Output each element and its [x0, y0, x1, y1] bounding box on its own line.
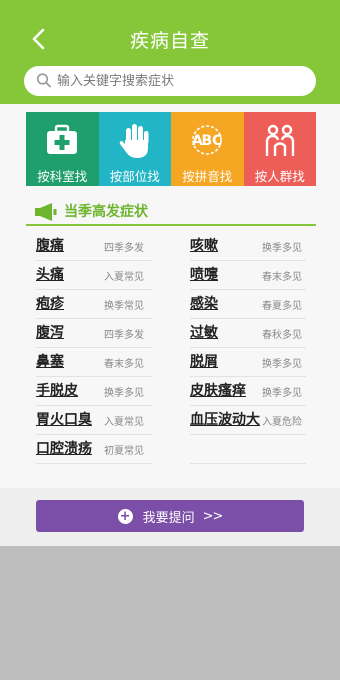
season-tag: 初夏常见	[104, 446, 144, 457]
symptom-item[interactable]: 手脱皮 换季多见	[36, 377, 152, 406]
category-label: 按科室找	[37, 169, 88, 184]
symptom-name[interactable]: 皮肤瘙痒	[190, 380, 246, 400]
symptom-item[interactable]: 脱屑 换季多见	[190, 348, 306, 377]
season-tag: 入夏常见	[104, 417, 144, 428]
symptom-name[interactable]: 胃火口臭	[36, 409, 92, 429]
season-tag: 春夏多见	[262, 301, 302, 312]
hand-icon	[119, 124, 149, 158]
category-label: 按人群找	[254, 169, 305, 184]
category-body-part[interactable]: 按部位找	[98, 112, 171, 186]
season-tag: 入夏危险	[262, 417, 302, 428]
season-tag: 入夏常见	[104, 272, 144, 283]
symptom-name[interactable]: 鼻塞	[36, 351, 64, 371]
symptom-name[interactable]: 头痛	[36, 264, 64, 284]
category-grid: 按科室找 按部位找 A B C 按拼音找 按人群找	[26, 112, 316, 186]
megaphone-icon	[35, 203, 57, 221]
main-panel: 按科室找 按部位找 A B C 按拼音找 按人群找 当季高发症状 腹痛 四季多发…	[0, 104, 340, 488]
season-tag: 春秋多见	[262, 330, 302, 341]
season-tag: 四季多发	[104, 330, 144, 341]
symptom-name[interactable]: 腹痛	[36, 235, 64, 255]
people-icon	[265, 124, 294, 156]
svg-text:C: C	[212, 133, 222, 149]
symptom-item[interactable]: 感染 春夏多见	[190, 290, 306, 319]
symptom-item[interactable]: 皮肤瘙痒 换季多见	[190, 377, 306, 406]
double-chevron-right-icon: >>	[202, 508, 224, 524]
category-label: 按拼音找	[182, 169, 233, 184]
symptom-name[interactable]: 咳嗽	[190, 235, 218, 255]
symptom-item[interactable]: 腹泻 四季多发	[36, 319, 152, 348]
symptom-item[interactable]: 咳嗽 换季多见	[190, 232, 306, 261]
ask-question-button[interactable]: + 我要提问 >>	[36, 500, 304, 532]
symptom-item-empty	[190, 435, 306, 464]
page-title: 疾病自查	[129, 30, 210, 52]
symptom-name[interactable]: 喷嚏	[190, 264, 218, 284]
season-tag: 换季多见	[262, 359, 302, 370]
season-tag: 春末多见	[104, 359, 144, 370]
symptom-name[interactable]: 脱屑	[190, 351, 218, 371]
symptom-name[interactable]: 口腔溃疡	[36, 438, 92, 458]
section-header: 当季高发症状	[26, 200, 316, 226]
search-bar[interactable]	[24, 66, 316, 96]
symptom-item[interactable]: 头痛 入夏常见	[36, 261, 152, 290]
category-department[interactable]: 按科室找	[26, 112, 99, 186]
search-input[interactable]	[57, 71, 297, 91]
symptom-name[interactable]: 过敏	[190, 322, 218, 342]
symptom-item[interactable]: 胃火口臭 入夏常见	[36, 406, 152, 435]
season-tag: 换季常见	[104, 301, 144, 312]
section-title: 当季高发症状	[64, 204, 148, 220]
category-pinyin[interactable]: A B C 按拼音找	[171, 112, 244, 186]
app-header: 疾病自查	[0, 0, 340, 104]
plus-icon: +	[117, 508, 133, 524]
symptom-item[interactable]: 口腔溃疡 初夏常见	[36, 435, 152, 464]
season-tag: 换季多见	[262, 388, 302, 399]
symptom-item[interactable]: 血压波动大 入夏危险	[190, 406, 306, 435]
symptom-name[interactable]: 腹泻	[36, 322, 64, 342]
symptom-name[interactable]: 疱疹	[36, 293, 64, 313]
svg-text:B: B	[202, 133, 213, 149]
symptom-name[interactable]: 手脱皮	[36, 380, 78, 400]
symptom-item[interactable]: 鼻塞 春末多见	[36, 348, 152, 377]
ask-button-label: 我要提问	[142, 510, 195, 526]
season-tag: 春末多见	[262, 272, 302, 283]
medical-kit-icon	[47, 124, 78, 154]
abc-icon: A B C	[192, 125, 223, 155]
season-tag: 换季多见	[262, 243, 302, 254]
bottom-action-area: + 我要提问 >>	[0, 488, 340, 546]
symptom-item[interactable]: 疱疹 换季常见	[36, 290, 152, 319]
symptom-item[interactable]: 过敏 春秋多见	[190, 319, 306, 348]
search-icon	[36, 73, 51, 88]
season-tag: 换季多见	[104, 388, 144, 399]
symptom-item[interactable]: 腹痛 四季多发	[36, 232, 152, 261]
symptom-list-right: 咳嗽 换季多见 喷嚏 春末多见 感染 春夏多见 过敏 春秋多见 脱屑 换季多见 皮肤瘙痒换…	[190, 232, 306, 464]
symptom-name[interactable]: 血压波动大	[190, 409, 260, 429]
category-label: 按部位找	[109, 169, 160, 184]
symptom-list-left: 腹痛 四季多发 头痛 入夏常见 疱疹 换季常见 腹泻 四季多发 鼻塞 春末多见 手脱皮 换季…	[36, 232, 152, 464]
season-tag: 四季多发	[104, 243, 144, 254]
category-population[interactable]: 按人群找	[243, 112, 316, 186]
symptom-item[interactable]: 喷嚏 春末多见	[190, 261, 306, 290]
symptom-name[interactable]: 感染	[190, 293, 218, 313]
